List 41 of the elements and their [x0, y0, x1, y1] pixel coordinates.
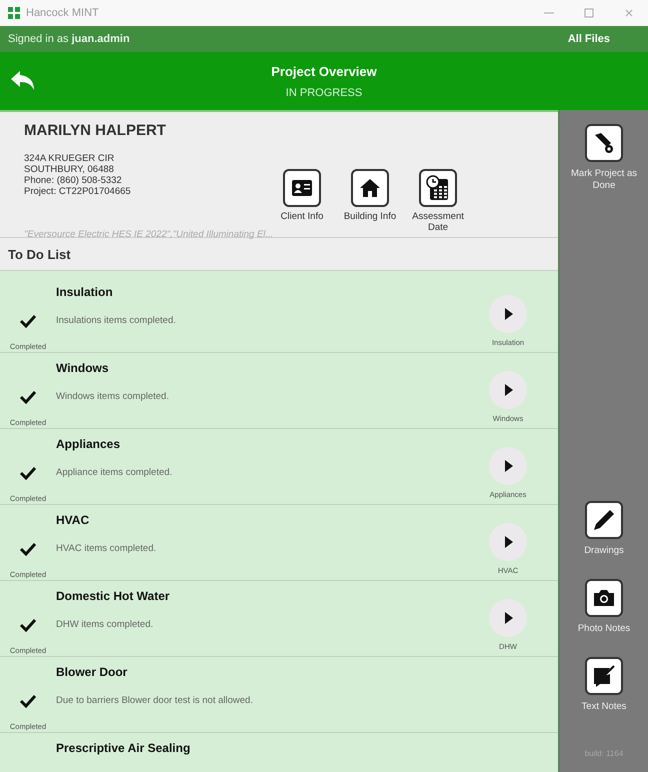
id-card-icon	[291, 179, 313, 197]
open-section-button[interactable]	[489, 371, 527, 409]
client-address: 324A KRUEGER CIR SOUTHBURY, 06488 Phone: (860) 508-5332 Project: CT22P01704665	[24, 153, 132, 199]
item-title: Blower Door	[56, 665, 128, 679]
open-section-button[interactable]	[489, 523, 527, 561]
play-icon	[504, 460, 512, 472]
app-logo-icon	[8, 7, 20, 19]
item-description: Insulations items completed.	[56, 315, 177, 326]
play-icon	[504, 384, 512, 396]
sidebar-button[interactable]: Drawings	[564, 501, 644, 557]
signed-in-text: Signed in as juan.admin	[8, 33, 130, 45]
item-description: Due to barriers Blower door test is not allowed.	[56, 695, 254, 706]
play-icon	[504, 612, 512, 624]
item-title: Domestic Hot Water	[56, 589, 171, 603]
sidebar-button[interactable]: Photo Notes	[564, 579, 644, 635]
item-title: Appliances	[56, 437, 122, 451]
open-section-button[interactable]	[489, 599, 527, 637]
house-icon	[359, 178, 381, 198]
item-description: HVAC items completed.	[56, 543, 158, 554]
sidebar-button[interactable]: Text Notes	[564, 657, 644, 713]
project-status: IN PROGRESS	[286, 86, 362, 98]
play-icon	[504, 536, 512, 548]
item-description: Windows items completed.	[56, 391, 170, 402]
item-description: Appliance items completed.	[56, 467, 174, 478]
note-edit-icon	[592, 664, 616, 688]
open-section-button[interactable]	[489, 295, 527, 333]
item-title: Prescriptive Air Sealing	[56, 741, 192, 755]
calendar-clock-icon	[426, 175, 450, 201]
pencil-icon	[592, 508, 616, 532]
item-title: Insulation	[56, 285, 114, 299]
play-icon	[504, 308, 512, 320]
item-title: HVAC	[56, 513, 90, 527]
sidebar-button[interactable]: Mark Project as Done	[564, 124, 644, 192]
open-section-button[interactable]	[489, 447, 527, 485]
page-title: Project Overview	[271, 64, 377, 78]
item-title: Windows	[56, 361, 110, 375]
item-description: DHW items completed.	[56, 619, 154, 630]
window-title: Hancock MINT	[26, 7, 100, 19]
client-name: MARILYN HALPERT	[24, 122, 167, 139]
all-files-link[interactable]: All Files	[568, 33, 610, 45]
camera-icon	[592, 588, 616, 608]
